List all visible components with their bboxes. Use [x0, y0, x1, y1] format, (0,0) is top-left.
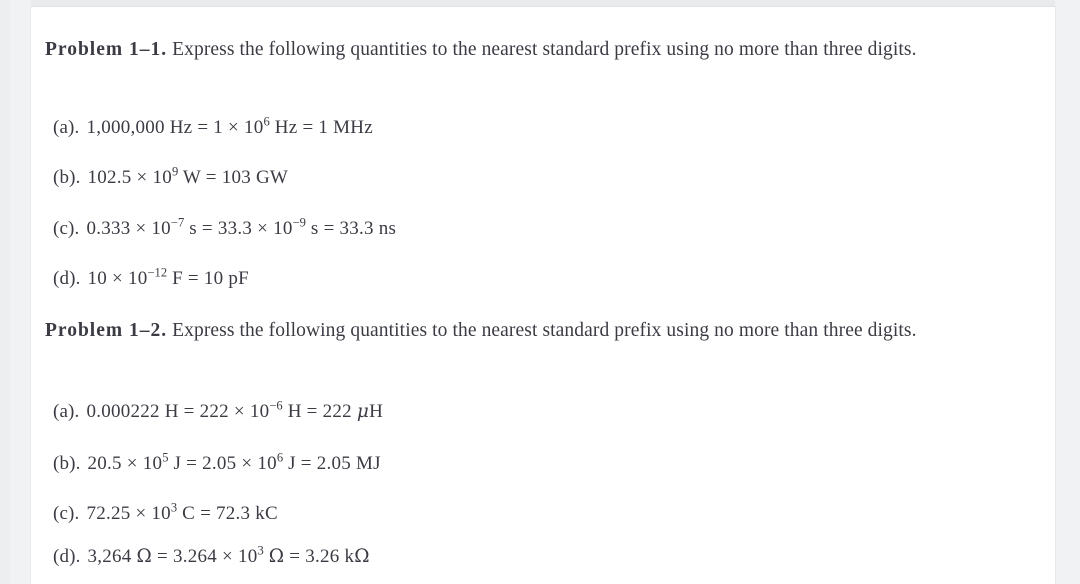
- problem-1-1-label: Problem 1–1.: [45, 39, 168, 60]
- item-tag: (d).: [53, 546, 81, 567]
- item-expression: 0.000222 H = 222 × 10−6 H = 222 μH: [86, 398, 384, 422]
- problem-1-2-item-d: (d). 3,264 Ω = 3.264 × 103 Ω = 3.26 kΩ: [53, 543, 370, 568]
- item-tag: (b).: [53, 453, 81, 474]
- item-expression: 72.25 × 103 C = 72.3 kC: [86, 500, 278, 524]
- item-tag: (b).: [53, 167, 81, 188]
- item-tag: (a).: [53, 401, 80, 422]
- item-expression: 1,000,000 Hz = 1 × 106 Hz = 1 MHz: [86, 114, 373, 138]
- page-top-band: [31, 0, 1055, 7]
- item-tag: (c).: [53, 503, 80, 524]
- problem-1-2-item-a: (a). 0.000222 H = 222 × 10−6 H = 222 μH: [53, 398, 384, 423]
- item-expression: 20.5 × 105 J = 2.05 × 106 J = 2.05 MJ: [87, 450, 381, 474]
- problem-1-2-label: Problem 1–2.: [45, 320, 168, 341]
- problem-1-1-item-d: (d). 10 × 10−12 F = 10 pF: [53, 265, 249, 290]
- problem-1-1-item-c: (c). 0.333 × 10−7 s = 33.3 × 10−9 s = 33.…: [53, 215, 397, 240]
- problem-1-1-item-a: (a). 1,000,000 Hz = 1 × 106 Hz = 1 MHz: [53, 114, 373, 139]
- problem-1-1-heading: Problem 1–1. Express the following quant…: [45, 38, 1045, 62]
- document-viewport: Problem 1–1. Express the following quant…: [0, 0, 1080, 584]
- item-expression: 10 × 10−12 F = 10 pF: [87, 265, 249, 289]
- item-expression: 3,264 Ω = 3.264 × 103 Ω = 3.26 kΩ: [87, 543, 370, 567]
- item-tag: (c).: [53, 218, 80, 239]
- item-tag: (a).: [53, 117, 80, 138]
- document-page: Problem 1–1. Express the following quant…: [31, 7, 1055, 584]
- item-tag: (d).: [53, 268, 81, 289]
- item-expression: 102.5 × 109 W = 103 GW: [87, 164, 289, 188]
- problem-1-2-statement: Express the following quantities to the …: [172, 320, 917, 341]
- page-content: Problem 1–1. Express the following quant…: [31, 7, 1055, 584]
- problem-1-2-item-c: (c). 72.25 × 103 C = 72.3 kC: [53, 500, 278, 525]
- problem-1-1-statement: Express the following quantities to the …: [172, 39, 917, 60]
- problem-1-2-heading: Problem 1–2. Express the following quant…: [45, 319, 1045, 343]
- problem-1-1-item-b: (b). 102.5 × 109 W = 103 GW: [53, 164, 289, 189]
- problem-1-2-item-b: (b). 20.5 × 105 J = 2.05 × 106 J = 2.05 M…: [53, 450, 381, 475]
- item-expression: 0.333 × 10−7 s = 33.3 × 10−9 s = 33.3 ns: [86, 215, 397, 239]
- left-gutter: [0, 0, 10, 584]
